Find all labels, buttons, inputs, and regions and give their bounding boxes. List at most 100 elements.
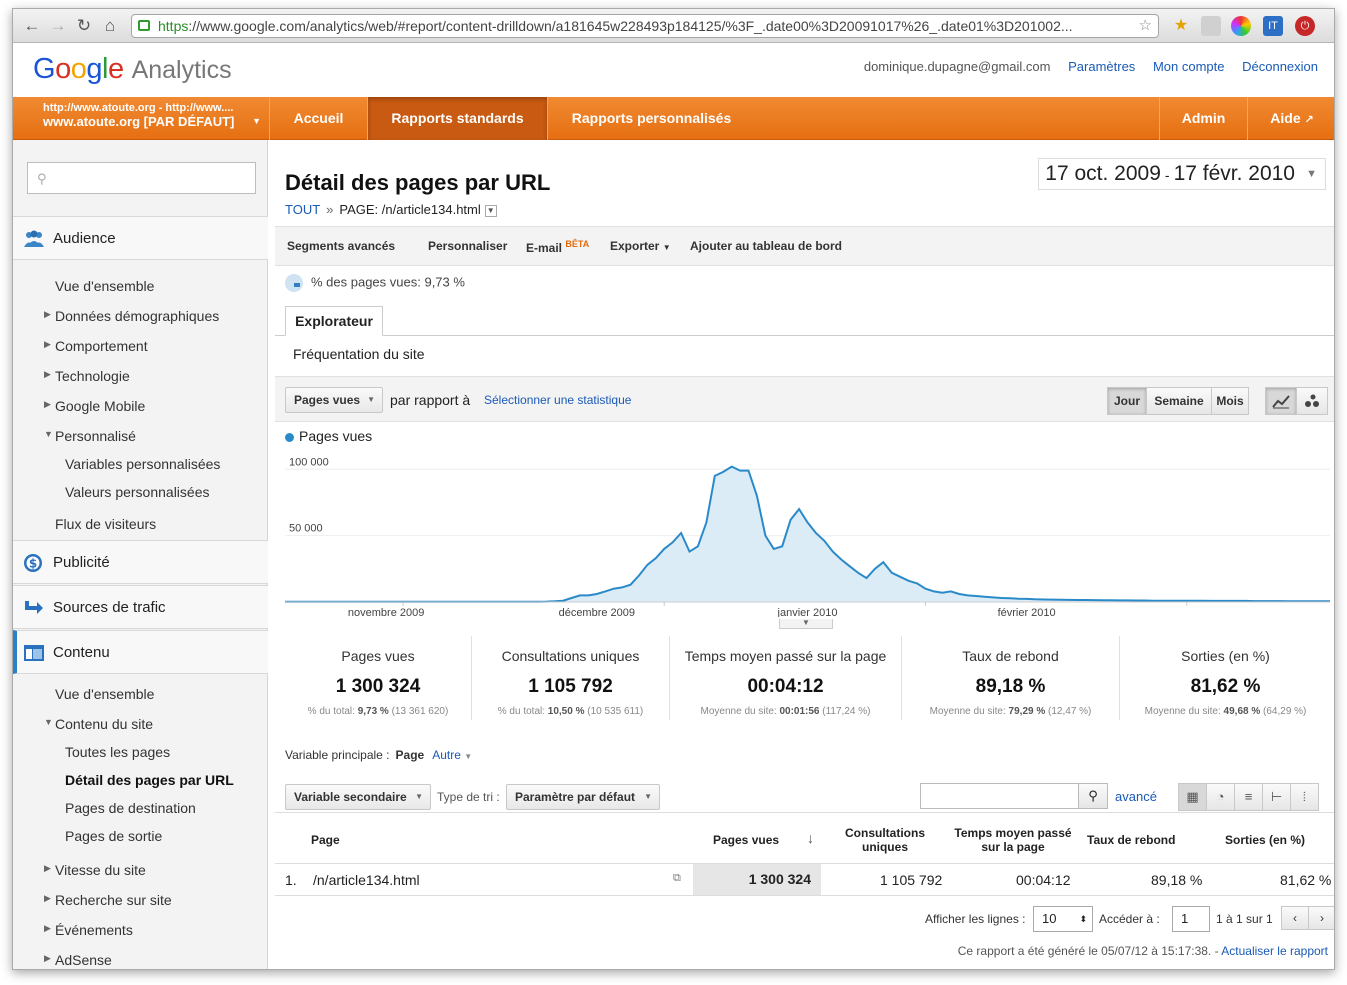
google-analytics-logo[interactable]: Google Analytics <box>33 53 232 86</box>
sidebar-section-contenu[interactable]: Contenu <box>13 630 268 674</box>
my-account-link[interactable]: Mon compte <box>1153 59 1225 74</box>
granularity-week-button[interactable]: Semaine <box>1146 387 1212 415</box>
subtab-frequentation[interactable]: Fréquentation du site <box>293 346 425 362</box>
logout-link[interactable]: Déconnexion <box>1242 59 1318 74</box>
row-page-link[interactable]: /n/article134.html <box>313 872 420 888</box>
table-header: Page Pages vues ↓ Consultations uniques … <box>275 812 1334 864</box>
sidebar-item-technologie[interactable]: ▶ Technologie <box>44 368 130 384</box>
table-view-icon[interactable]: ▦ <box>1178 783 1207 811</box>
date-range-picker[interactable]: 17 oct. 2009-17 févr. 2010 ▼ <box>1038 158 1326 190</box>
sidebar-item-contenu-vue-ensemble[interactable]: Vue d'ensemble <box>55 686 154 702</box>
advanced-segments-button[interactable]: Segments avancés <box>287 239 395 253</box>
bookmark-icon[interactable]: ★ <box>1171 16 1191 36</box>
sidebar: ⚲ Audience Vue d'ensemble ▶ Données démog… <box>13 140 268 969</box>
refresh-report-link[interactable]: Actualiser le rapport <box>1221 944 1328 958</box>
home-icon[interactable]: ⌂ <box>99 15 121 37</box>
primary-variable-other[interactable]: Autre ▼ <box>432 748 472 762</box>
sidebar-item-evenements[interactable]: ▶ Événements <box>44 922 133 938</box>
tab-explorateur[interactable]: Explorateur <box>285 306 383 336</box>
url-bar[interactable]: https://www.google.com/analytics/web/#re… <box>131 14 1159 38</box>
sort-type-select[interactable]: Paramètre par défaut ▼ <box>506 784 660 810</box>
sidebar-item-personnalise[interactable]: ▼ Personnalisé <box>44 428 136 444</box>
next-page-button[interactable]: › <box>1308 906 1334 930</box>
add-to-dashboard-button[interactable]: Ajouter au tableau de bord <box>690 239 842 253</box>
sidebar-section-publicite[interactable]: $ Publicité <box>13 540 268 584</box>
extension-icon[interactable] <box>1201 16 1221 36</box>
it-extension-icon[interactable]: IT <box>1263 16 1283 36</box>
back-icon[interactable]: ← <box>21 15 43 37</box>
sidebar-item-contenu-du-site[interactable]: ▼ Contenu du site <box>44 716 153 732</box>
col-bounce[interactable]: Taux de rebond <box>1087 833 1175 847</box>
tab-divider <box>275 335 1334 336</box>
search-icon[interactable]: ⚲ <box>1078 783 1108 809</box>
pivot-view-icon[interactable]: ⦙ <box>1290 783 1319 811</box>
advanced-filter-link[interactable]: avancé <box>1115 789 1157 804</box>
chevron-down-icon: ▼ <box>662 243 671 252</box>
tab-admin[interactable]: Admin <box>1159 97 1247 140</box>
reload-icon[interactable]: ↻ <box>73 15 95 37</box>
external-link-icon: ↗ <box>1304 114 1314 126</box>
bookmark-star-icon[interactable]: ☆ <box>1139 15 1152 37</box>
col-avg-time[interactable]: Temps moyen passé sur la page <box>948 826 1078 854</box>
motion-chart-icon[interactable] <box>1296 387 1328 415</box>
sidebar-item-pages-sortie[interactable]: Pages de sortie <box>65 828 162 844</box>
sidebar-item-detail-pages-url[interactable]: Détail des pages par URL <box>65 772 234 788</box>
chevron-right-icon: ▶ <box>44 893 51 903</box>
email-button[interactable]: E-mail BÊTA <box>526 239 589 255</box>
sidebar-item-demographiques[interactable]: ▶ Données démographiques <box>44 308 219 324</box>
sidebar-item-comportement[interactable]: ▶ Comportement <box>44 338 148 354</box>
secondary-variable-select[interactable]: Variable secondaire ▼ <box>285 784 431 810</box>
detail-prefix: % du total: <box>497 706 548 717</box>
sidebar-item-toutes-pages[interactable]: Toutes les pages <box>65 744 170 760</box>
primary-variable-page[interactable]: Page <box>396 748 425 762</box>
sidebar-item-flux-visiteurs[interactable]: Flux de visiteurs <box>55 516 156 532</box>
tab-aide[interactable]: Aide ↗ <box>1247 97 1334 140</box>
show-rows-select[interactable]: 10 ⬍ <box>1033 906 1093 932</box>
item-label: AdSense <box>55 952 112 968</box>
color-picker-icon[interactable] <box>1231 16 1251 36</box>
export-button[interactable]: Exporter ▼ <box>610 239 671 253</box>
sidebar-item-vitesse-site[interactable]: ▶ Vitesse du site <box>44 862 146 878</box>
breadcrumb-dropdown-icon[interactable]: ▼ <box>484 204 497 217</box>
stat-detail: % du total: 10,50 % (10 535 611) <box>472 706 669 717</box>
sidebar-section-audience[interactable]: Audience <box>13 216 268 260</box>
sidebar-item-google-mobile[interactable]: ▶ Google Mobile <box>44 398 145 414</box>
sidebar-item-vue-ensemble[interactable]: Vue d'ensemble <box>55 278 154 294</box>
ga-header: Google Analytics dominique.dupagne@gmail.… <box>13 43 1334 97</box>
sidebar-item-adsense[interactable]: ▶ AdSense <box>44 952 112 968</box>
settings-link[interactable]: Paramètres <box>1068 59 1135 74</box>
stop-extension-icon[interactable]: ⏻ <box>1295 16 1315 36</box>
col-page[interactable]: Page <box>311 833 340 847</box>
comparison-view-icon[interactable]: ⊢ <box>1262 783 1291 811</box>
sidebar-search-input[interactable]: ⚲ <box>27 162 256 194</box>
granularity-month-button[interactable]: Mois <box>1211 387 1249 415</box>
granularity-day-button[interactable]: Jour <box>1107 387 1147 415</box>
col-pageviews[interactable]: Pages vues <box>713 833 779 847</box>
tab-accueil[interactable]: Accueil <box>269 97 367 140</box>
select-metric-link[interactable]: Sélectionner une statistique <box>484 393 631 407</box>
tab-rapports-personnalises[interactable]: Rapports personnalisés <box>547 97 755 140</box>
col-unique[interactable]: Consultations uniques <box>835 826 935 854</box>
sidebar-section-sources-trafic[interactable]: Sources de trafic <box>13 585 268 629</box>
open-page-icon[interactable]: ⧉ <box>673 872 681 885</box>
sort-desc-icon[interactable]: ↓ <box>807 831 814 845</box>
line-chart-icon[interactable] <box>1265 387 1297 415</box>
x-tick-label: décembre 2009 <box>559 607 635 617</box>
customize-button[interactable]: Personnaliser <box>428 239 507 253</box>
col-exits[interactable]: Sorties (en %) <box>1225 833 1305 847</box>
sidebar-item-pages-destination[interactable]: Pages de destination <box>65 800 196 816</box>
account-selector[interactable]: http://www.atoute.org - http://www.... w… <box>13 97 269 140</box>
metric-select[interactable]: Pages vues ▼ <box>285 387 383 413</box>
breadcrumb-all-link[interactable]: TOUT <box>285 202 320 217</box>
sidebar-item-valeurs-perso[interactable]: Valeurs personnalisées <box>65 484 210 500</box>
chart-collapse-handle[interactable]: ▼ <box>779 619 833 629</box>
goto-input[interactable]: 1 <box>1172 906 1210 932</box>
pie-view-icon[interactable]: ◔ <box>1206 783 1235 811</box>
sidebar-item-recherche-site[interactable]: ▶ Recherche sur site <box>44 892 172 908</box>
tab-rapports-standards[interactable]: Rapports standards <box>367 97 547 140</box>
row-pageviews: 1 300 324 <box>693 864 821 895</box>
bar-view-icon[interactable]: ≡ <box>1234 783 1263 811</box>
forward-icon[interactable]: → <box>47 15 69 37</box>
prev-page-button[interactable]: ‹ <box>1281 906 1309 930</box>
sidebar-item-variables-perso[interactable]: Variables personnalisées <box>65 456 220 472</box>
